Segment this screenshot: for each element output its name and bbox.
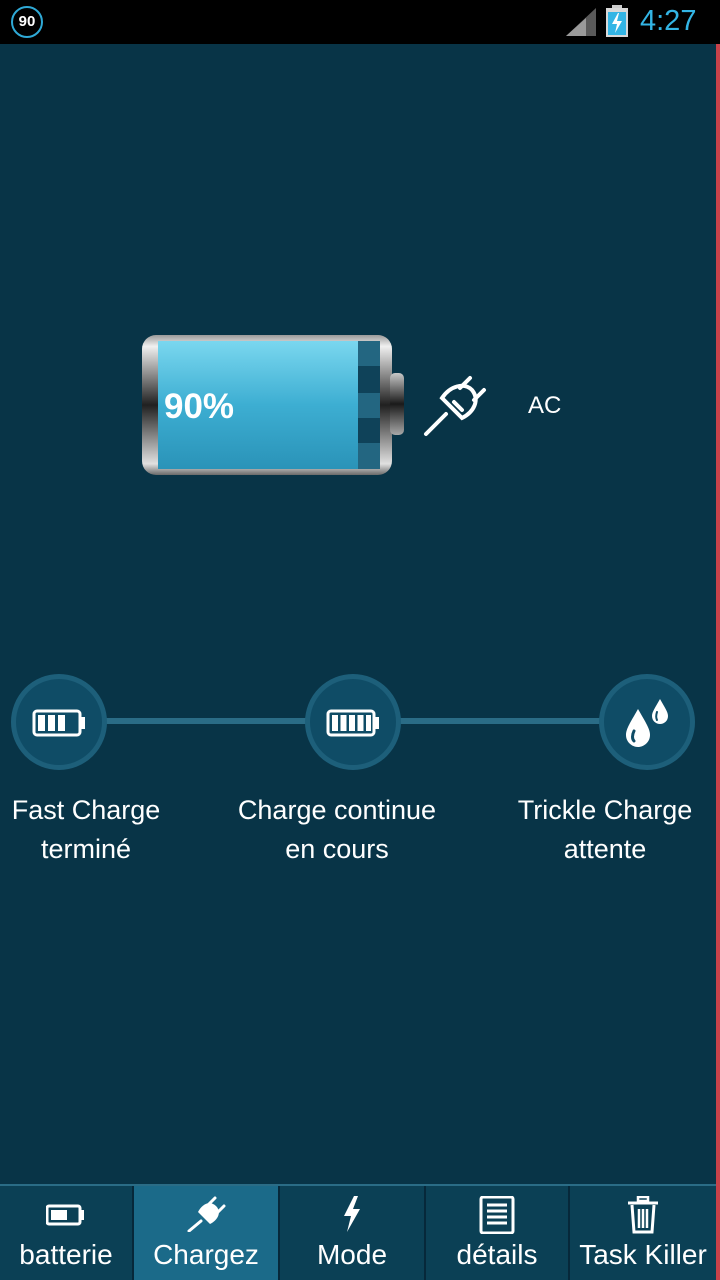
power-source-label: AC bbox=[528, 392, 562, 419]
battery-level-badge: 90 bbox=[11, 6, 43, 38]
trash-icon bbox=[628, 1196, 658, 1234]
battery-partial-icon bbox=[32, 709, 85, 737]
document-icon bbox=[479, 1196, 515, 1234]
stage-status: attente bbox=[563, 834, 647, 864]
screen: 90 4:27 90% AC Fast Charge terminé Charg… bbox=[0, 0, 720, 1280]
nav-label: batterie bbox=[19, 1239, 113, 1270]
battery-percent: 90% bbox=[164, 387, 235, 426]
clock: 4:27 bbox=[640, 5, 697, 37]
stage-title: Trickle Charge bbox=[517, 795, 693, 825]
nav-label: Chargez bbox=[153, 1239, 259, 1270]
stage-continue-charge-label: Charge continue en cours bbox=[217, 791, 457, 869]
stage-trickle-charge-label: Trickle Charge attente bbox=[485, 791, 720, 869]
droplets-icon bbox=[626, 699, 668, 747]
status-bar: 90 4:27 bbox=[0, 0, 720, 44]
battery-full-icon bbox=[326, 709, 379, 737]
stage-trickle-charge-circle bbox=[599, 674, 695, 770]
signal-icon bbox=[566, 8, 596, 36]
stage-status: en cours bbox=[285, 834, 389, 864]
battery-icon bbox=[46, 1204, 84, 1226]
lightning-icon bbox=[344, 1196, 360, 1232]
charging-battery-icon bbox=[606, 5, 628, 37]
stage-fast-charge-label: Fast Charge terminé bbox=[0, 791, 206, 869]
nav-label: Task Killer bbox=[579, 1239, 707, 1270]
stage-title: Fast Charge bbox=[11, 795, 161, 825]
nav-tab-details[interactable]: détails bbox=[426, 1186, 570, 1280]
stage-fast-charge-circle bbox=[11, 674, 107, 770]
nav-tab-task-killer[interactable]: Task Killer bbox=[570, 1186, 716, 1280]
screen-edge bbox=[716, 44, 720, 1280]
plug-icon bbox=[187, 1196, 226, 1232]
nav-tab-mode[interactable]: Mode bbox=[280, 1186, 426, 1280]
nav-tab-batterie[interactable]: batterie bbox=[0, 1186, 134, 1280]
stage-status: terminé bbox=[40, 834, 132, 864]
nav-tab-chargez[interactable]: Chargez bbox=[134, 1186, 280, 1280]
nav-label: détails bbox=[456, 1239, 538, 1270]
stage-title: Charge continue bbox=[237, 795, 437, 825]
bottom-nav: batterie Chargez Mode détails Task Kille… bbox=[0, 1184, 716, 1280]
nav-label: Mode bbox=[316, 1239, 388, 1270]
plug-icon bbox=[424, 376, 486, 436]
stage-continue-charge-circle bbox=[305, 674, 401, 770]
